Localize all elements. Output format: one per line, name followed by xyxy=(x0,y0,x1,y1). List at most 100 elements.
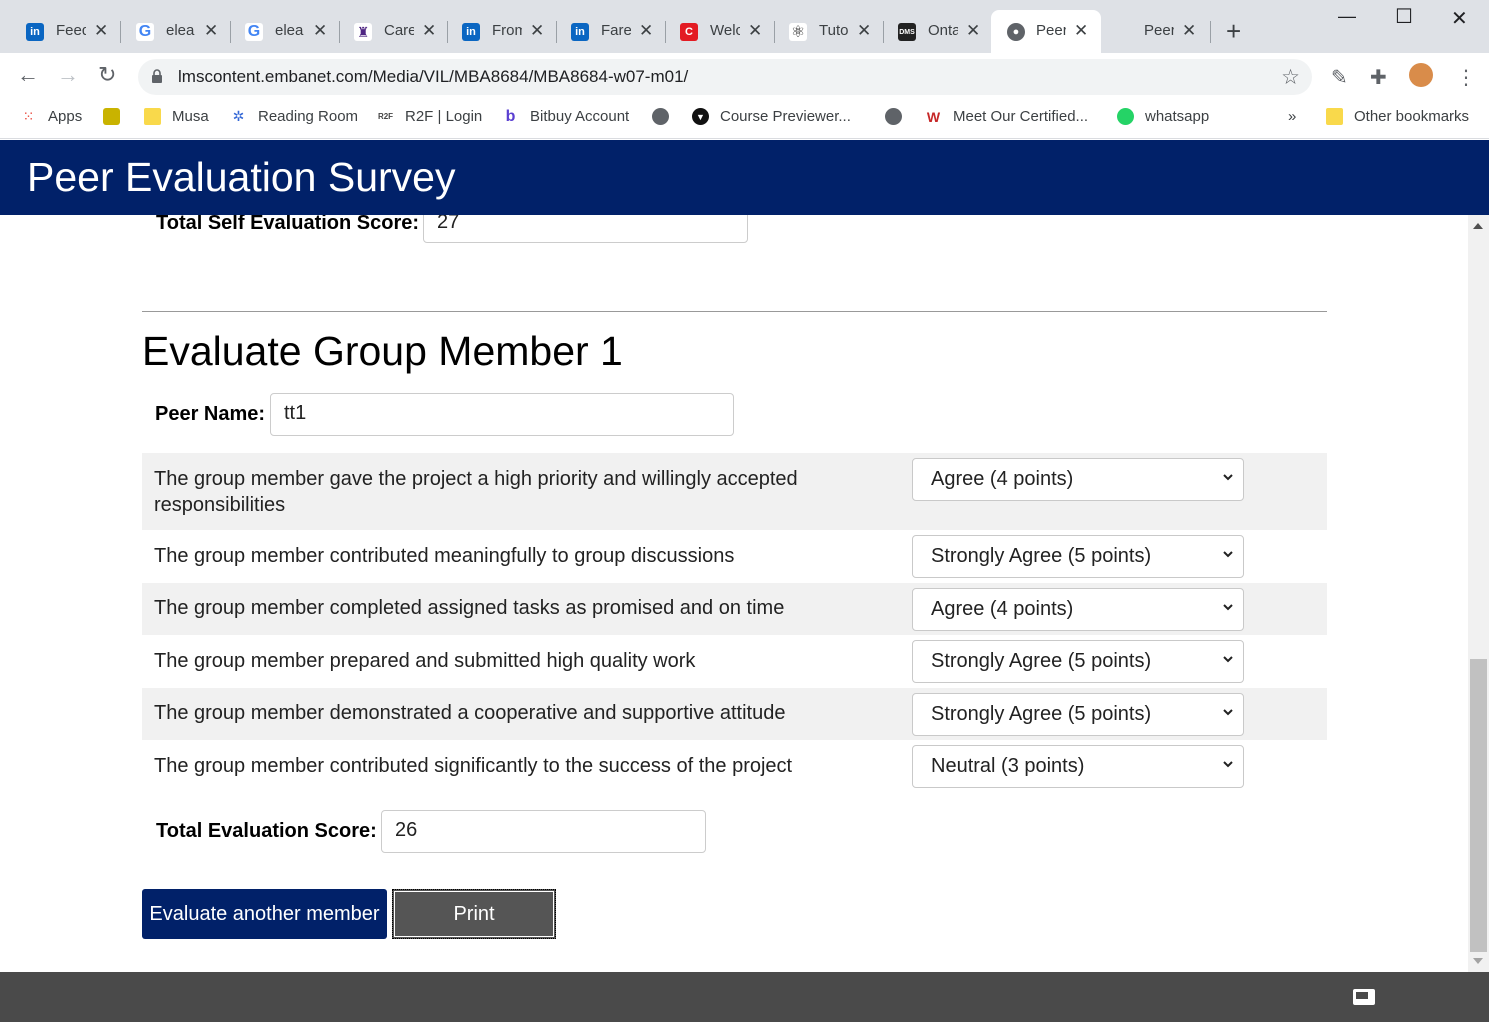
close-icon[interactable]: ✕ xyxy=(204,21,218,41)
bookmark-musa[interactable]: Musa xyxy=(144,108,209,125)
scroll-thumb[interactable] xyxy=(1470,659,1487,952)
tab-divider xyxy=(1210,21,1211,43)
new-tab-plus-icon[interactable]: + xyxy=(1226,18,1241,44)
page-scrollbar[interactable] xyxy=(1468,215,1489,972)
extensions-puzzle-icon[interactable]: ✚ xyxy=(1370,65,1387,90)
lock-icon[interactable] xyxy=(152,69,162,83)
bookmark-reading-room[interactable]: ✲ Reading Room xyxy=(230,108,358,125)
browser-tab[interactable]: C Welc ✕ xyxy=(654,10,774,53)
bookmark-label: whatsapp xyxy=(1145,108,1210,125)
bookmark-star-icon[interactable]: ☆ xyxy=(1281,65,1300,90)
bookmark-meet-certified[interactable]: W Meet Our Certified... xyxy=(925,108,1088,125)
self-eval-score-field[interactable]: 27 xyxy=(423,215,748,243)
self-eval-label: Total Self Evaluation Score: xyxy=(156,215,420,234)
question-text: The group member prepared and submitted … xyxy=(154,650,696,672)
close-icon[interactable]: ✕ xyxy=(422,21,436,41)
browser-tab[interactable]: Peer ✕ xyxy=(1101,10,1211,53)
dms-icon: DMS xyxy=(898,23,916,41)
folder-icon xyxy=(144,108,161,125)
browser-tab[interactable]: in Fare ✕ xyxy=(545,10,665,53)
bookmarks-bar: ⁙ Apps Musa ✲ Reading Room R2F R2F | Log… xyxy=(0,100,1489,139)
bookmark-label: Course Previewer... xyxy=(720,108,851,125)
total-eval-label: Total Evaluation Score: xyxy=(156,820,377,842)
profile-avatar-icon[interactable] xyxy=(1409,63,1433,87)
bookmark-globe[interactable] xyxy=(885,108,913,125)
forward-arrow-icon[interactable]: → xyxy=(57,63,79,87)
eyedropper-icon[interactable]: ✎ xyxy=(1331,65,1348,90)
browser-tab[interactable]: in From ✕ xyxy=(436,10,556,53)
question-row: The group member demonstrated a cooperat… xyxy=(142,688,1327,740)
address-bar[interactable]: lmscontent.embanet.com/Media/VIL/MBA8684… xyxy=(138,59,1312,95)
answer-select[interactable]: Neutral (3 points) xyxy=(912,745,1244,788)
bookmark-whatsapp[interactable]: whatsapp xyxy=(1117,108,1209,125)
minimize-icon[interactable]: — xyxy=(1338,6,1356,27)
reload-icon[interactable]: ↻ xyxy=(98,63,116,87)
close-icon[interactable]: ✕ xyxy=(313,21,327,41)
window-close-icon[interactable]: ✕ xyxy=(1451,6,1468,31)
tab-title: Fare xyxy=(601,22,631,39)
caption-toggle-icon[interactable] xyxy=(1353,989,1375,1005)
close-icon[interactable]: ✕ xyxy=(857,21,871,41)
peer-name-label: Peer Name: xyxy=(155,403,266,425)
bookmark-label: Musa xyxy=(172,108,209,125)
scroll-up-arrow-icon[interactable] xyxy=(1473,223,1483,229)
tab-title: Peer xyxy=(1036,22,1066,39)
answer-select[interactable]: Strongly Agree (5 points) xyxy=(912,693,1244,736)
answer-select[interactable]: Strongly Agree (5 points) xyxy=(912,535,1244,578)
whatsapp-icon xyxy=(1117,108,1134,125)
answer-select[interactable]: Agree (4 points) xyxy=(912,588,1244,631)
url-text[interactable]: lmscontent.embanet.com/Media/VIL/MBA8684… xyxy=(178,67,688,87)
answer-selected-value: Neutral (3 points) xyxy=(931,755,1085,777)
browser-tab-active[interactable]: ● Peer ✕ xyxy=(991,10,1101,53)
bookmarks-overflow-chevron[interactable]: » xyxy=(1288,108,1296,125)
browser-toolbar: ← → ↻ lmscontent.embanet.com/Media/VIL/M… xyxy=(0,53,1489,100)
tab-title: Feed xyxy=(56,22,86,39)
evaluate-another-member-button[interactable]: Evaluate another member xyxy=(142,889,387,939)
apps-grid-icon: ⁙ xyxy=(22,108,35,124)
answer-select[interactable]: Agree (4 points) xyxy=(912,458,1244,501)
bookmark-label: Meet Our Certified... xyxy=(953,108,1089,125)
maximize-icon[interactable]: ☐ xyxy=(1395,4,1413,29)
tab-title: From xyxy=(492,22,522,39)
peer-name-input[interactable]: tt1 xyxy=(270,393,734,436)
browser-tab[interactable]: ♜ Care ✕ xyxy=(328,10,448,53)
back-arrow-icon[interactable]: ← xyxy=(17,63,39,87)
bookmark-turtle[interactable] xyxy=(103,108,131,125)
chevron-down-icon xyxy=(1223,709,1233,716)
tab-strip: in Feed ✕ G elea ✕ G elea ✕ ♜ Care ✕ in … xyxy=(0,0,1489,53)
browser-tab[interactable]: DMS Onta ✕ xyxy=(872,10,992,53)
answer-selected-value: Strongly Agree (5 points) xyxy=(931,650,1152,672)
bookmark-other[interactable]: Other bookmarks xyxy=(1326,108,1469,125)
browser-tab[interactable]: G elea ✕ xyxy=(110,10,230,53)
bookmark-bitbuy[interactable]: b Bitbuy Account xyxy=(502,108,630,126)
close-icon[interactable]: ✕ xyxy=(1074,21,1088,41)
question-text: The group member demonstrated a cooperat… xyxy=(154,702,786,724)
print-button[interactable]: Print xyxy=(392,889,556,939)
answer-selected-value: Strongly Agree (5 points) xyxy=(931,703,1152,725)
close-icon[interactable]: ✕ xyxy=(966,21,980,41)
scroll-down-arrow-icon[interactable] xyxy=(1473,958,1483,964)
linkedin-icon: in xyxy=(26,23,44,41)
browser-tab[interactable]: G elea ✕ xyxy=(219,10,339,53)
section-divider xyxy=(142,311,1327,312)
question-text: The group member completed assigned task… xyxy=(154,597,785,619)
question-row: The group member contributed meaningfull… xyxy=(142,530,1327,583)
bookmark-apps[interactable]: ⁙ Apps xyxy=(20,108,83,125)
bookmark-r2f[interactable]: R2F R2F | Login xyxy=(377,108,482,125)
close-icon[interactable]: ✕ xyxy=(748,21,762,41)
tab-title: Peer xyxy=(1144,22,1174,39)
browser-tab[interactable]: in Feed ✕ xyxy=(0,10,120,53)
survey-content: Total Self Evaluation Score: 27 Evaluate… xyxy=(0,215,1468,972)
browser-tab[interactable]: ⚛ Tuto ✕ xyxy=(763,10,883,53)
total-eval-score-field[interactable]: 26 xyxy=(381,810,706,853)
close-icon[interactable]: ✕ xyxy=(530,21,544,41)
bookmark-globe[interactable] xyxy=(652,108,680,125)
question-row: The group member contributed significant… xyxy=(142,740,1327,793)
bookmark-course-previewer[interactable]: ▼ Course Previewer... xyxy=(692,108,851,125)
close-icon[interactable]: ✕ xyxy=(94,21,108,41)
more-menu-icon[interactable]: ⋮ xyxy=(1456,65,1476,90)
close-icon[interactable]: ✕ xyxy=(1182,21,1196,41)
close-icon[interactable]: ✕ xyxy=(639,21,653,41)
bookmark-label: Apps xyxy=(48,108,83,125)
answer-select[interactable]: Strongly Agree (5 points) xyxy=(912,640,1244,683)
